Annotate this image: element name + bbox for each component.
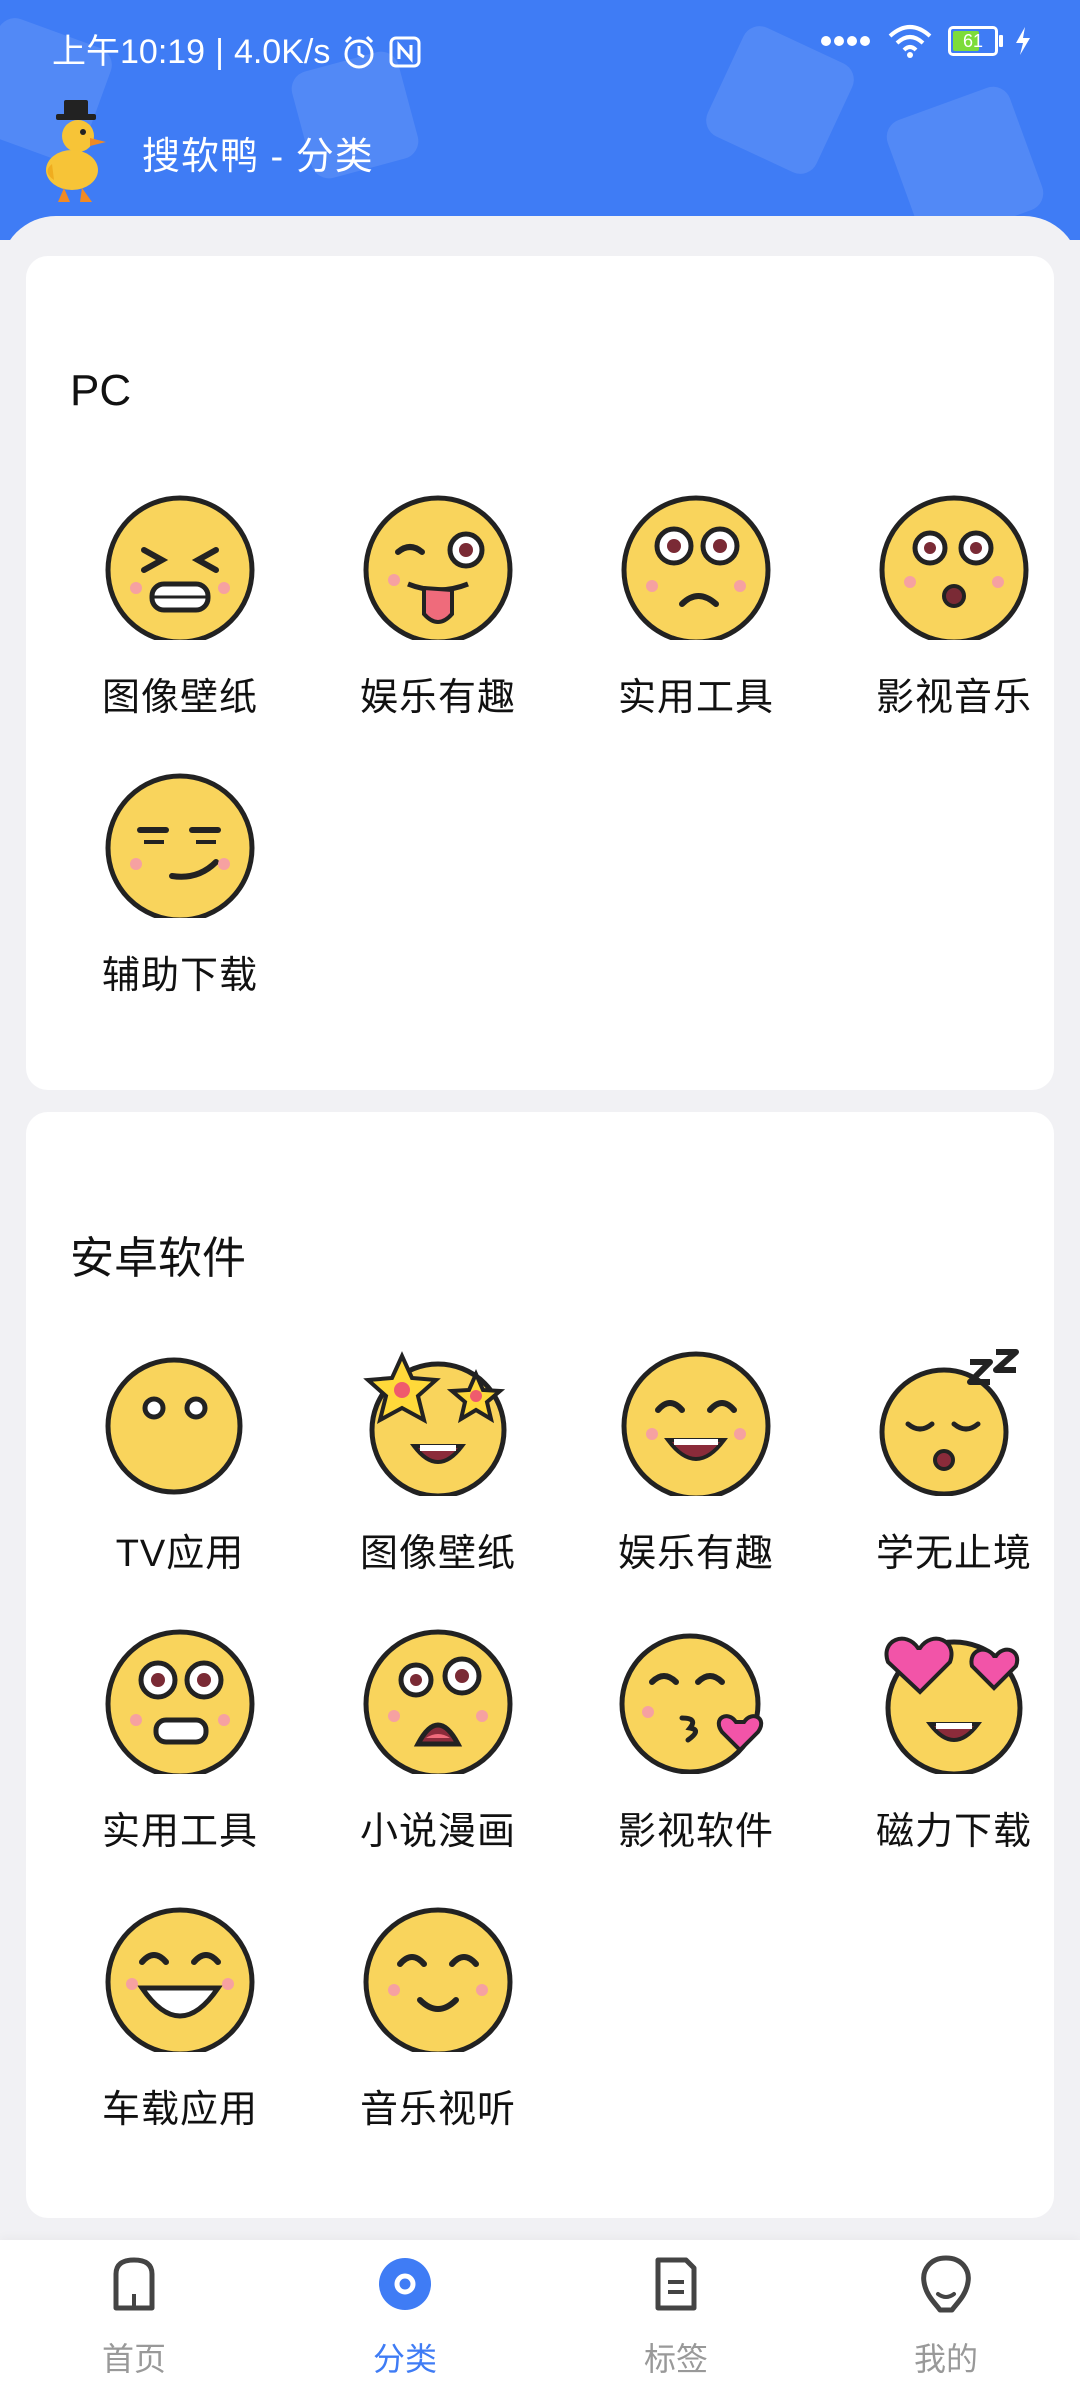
- category-item[interactable]: 影视软件: [574, 1626, 773, 1876]
- section-title: PC: [70, 366, 132, 415]
- category-item[interactable]: 娱乐有趣: [574, 1348, 773, 1598]
- happy-face-icon: [621, 1351, 771, 1496]
- category-item[interactable]: TV应用: [58, 1348, 248, 1598]
- header: 上午10:19 | 4.0K/s 61 搜软鸭 - 分类: [0, 0, 1080, 240]
- category-item[interactable]: 影视音乐: [832, 492, 1031, 742]
- shocked-face-icon: [363, 1629, 513, 1774]
- sleeping-face-icon: [879, 1349, 1019, 1496]
- squint-face-icon: [105, 495, 255, 640]
- section-card-pc: PC 图像壁纸 娱乐有趣 实用工具 影视音乐 辅助下载: [26, 256, 1054, 1090]
- status-bar: 上午10:19 | 4.0K/s 61: [52, 24, 1032, 80]
- star-eyes-face-icon: [363, 1351, 507, 1496]
- category-item[interactable]: 音乐视听: [316, 1904, 515, 2154]
- category-label: 娱乐有趣: [359, 677, 516, 719]
- bottom-tab-bar: 首页 分类 标签 我的: [0, 2240, 1080, 2400]
- category-label: 车载应用: [101, 2089, 258, 2131]
- nfc-icon: [389, 36, 421, 68]
- category-icon: [379, 2258, 431, 2310]
- category-item[interactable]: 车载应用: [58, 1904, 257, 2154]
- home-icon: [113, 2257, 155, 2311]
- category-label: 图像壁纸: [101, 677, 258, 719]
- category-label: 实用工具: [617, 677, 774, 719]
- category-label: 学无止境: [875, 1533, 1032, 1575]
- category-label: 辅助下载: [101, 955, 258, 997]
- category-item[interactable]: 娱乐有趣: [316, 492, 515, 742]
- app-bar: 搜软鸭 - 分类: [40, 92, 374, 212]
- category-label: 影视音乐: [875, 677, 1032, 719]
- category-item[interactable]: 实用工具: [574, 492, 773, 742]
- tag-icon: [655, 2257, 697, 2311]
- category-label: 音乐视听: [359, 2089, 516, 2131]
- category-label: 磁力下载: [875, 1811, 1032, 1853]
- tab-label: 我的: [913, 2341, 978, 2377]
- smile-face-icon: [363, 1907, 513, 2052]
- smirk-face-icon: [105, 773, 255, 918]
- grimace-face-icon: [105, 1629, 255, 1774]
- grin-face-icon: [105, 1907, 255, 2052]
- tab-label: 首页: [101, 2341, 166, 2377]
- kiss-face-icon: [619, 1633, 764, 1774]
- tab-tags[interactable]: 标签: [576, 2254, 776, 2394]
- status-time: 上午10:19: [52, 33, 206, 71]
- category-label: 娱乐有趣: [617, 1533, 774, 1575]
- tab-profile[interactable]: 我的: [846, 2254, 1046, 2394]
- section-title: 安卓软件: [70, 1234, 246, 1283]
- category-label: TV应用: [115, 1533, 245, 1575]
- duck-logo-icon: [46, 100, 106, 202]
- status-network-speed: 4.0K/s: [233, 33, 331, 71]
- charging-icon: [1016, 27, 1030, 55]
- neutral-face-icon: [105, 1357, 243, 1495]
- tab-label: 分类: [372, 2341, 437, 2377]
- category-item[interactable]: 辅助下载: [58, 770, 257, 1020]
- tongue-out-face-icon: [363, 495, 513, 640]
- signal-dots-icon: [821, 36, 870, 46]
- status-divider: |: [215, 33, 224, 71]
- category-label: 图像壁纸: [359, 1533, 516, 1575]
- profile-icon: [921, 2255, 971, 2313]
- category-label: 实用工具: [101, 1811, 258, 1853]
- category-item[interactable]: 实用工具: [58, 1626, 257, 1876]
- page-title: 搜软鸭 - 分类: [142, 135, 374, 178]
- wifi-icon: [888, 25, 932, 58]
- category-item[interactable]: 磁力下载: [832, 1626, 1031, 1876]
- tab-category[interactable]: 分类: [305, 2254, 505, 2394]
- category-item[interactable]: 小说漫画: [316, 1626, 515, 1876]
- category-label: 小说漫画: [359, 1811, 516, 1853]
- section-card-android: 安卓软件 TV应用 图像壁纸 娱乐有趣 学无止境 实用工具 小说漫画 影视软件 …: [26, 1112, 1054, 2218]
- category-item[interactable]: 图像壁纸: [316, 1348, 515, 1598]
- tab-label: 标签: [643, 2341, 708, 2377]
- surprised-face-icon: [879, 495, 1029, 640]
- confused-face-icon: [621, 495, 771, 640]
- battery-indicator: 61: [948, 26, 1003, 56]
- category-item[interactable]: 图像壁纸: [58, 492, 257, 742]
- battery-level: 61: [962, 31, 984, 51]
- heart-eyes-face-icon: [884, 1636, 1023, 1774]
- category-label: 影视软件: [617, 1811, 774, 1853]
- category-item[interactable]: 学无止境: [832, 1348, 1031, 1598]
- tab-home[interactable]: 首页: [34, 2254, 234, 2394]
- alarm-icon: [344, 35, 374, 69]
